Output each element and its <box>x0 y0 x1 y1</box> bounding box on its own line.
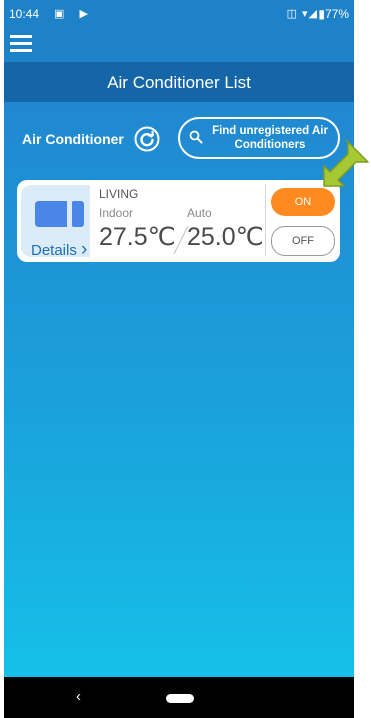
status-bar: 10:44 ▣ ▶ ◫ ▾◢ ▮77% <box>4 0 354 28</box>
battery-indicator: ▮77% <box>318 7 349 21</box>
main-content: Air Conditioner Find unregistered Air Co… <box>4 102 354 677</box>
find-button-label: Find unregistered Air Conditioners <box>212 125 328 151</box>
chevron-right-icon: › <box>81 239 88 260</box>
app-toolbar <box>4 28 354 62</box>
power-on-button[interactable]: ON <box>271 188 335 216</box>
find-unregistered-button[interactable]: Find unregistered Air Conditioners <box>178 117 340 159</box>
indoor-label: Indoor <box>99 206 134 220</box>
pointer-arrow-icon <box>323 139 369 187</box>
refresh-icon[interactable] <box>134 126 160 152</box>
room-name: LIVING <box>99 187 139 201</box>
home-pill-icon[interactable] <box>166 694 194 703</box>
indoor-temperature: 27.5℃ <box>99 223 176 251</box>
back-icon[interactable]: ‹ <box>76 688 81 705</box>
page-title: Air Conditioner List <box>4 62 354 102</box>
status-time: 10:44 <box>9 7 40 21</box>
mode-label: Auto <box>187 206 212 220</box>
notification-icons: ▣ ▶ <box>54 8 94 20</box>
set-temperature: 25.0℃ <box>187 223 264 251</box>
card-divider <box>265 184 266 256</box>
details-link[interactable]: Details › <box>31 239 87 261</box>
system-nav-bar: ‹ <box>4 677 354 718</box>
signal-wifi-icons: ◫ ▾◢ <box>286 8 318 20</box>
hamburger-menu-icon[interactable] <box>10 35 32 53</box>
section-label: Air Conditioner <box>22 131 124 147</box>
air-conditioner-icon <box>35 201 84 227</box>
search-icon <box>189 130 203 144</box>
power-off-button[interactable]: OFF <box>271 226 335 256</box>
phone-screen: 10:44 ▣ ▶ ◫ ▾◢ ▮77% Air Conditioner List… <box>4 0 354 718</box>
ac-icon-panel: Details › <box>21 185 90 260</box>
details-label: Details <box>31 242 77 259</box>
ac-unit-card[interactable]: Details › LIVING Indoor Auto 27.5℃ 25.0℃… <box>17 180 340 262</box>
